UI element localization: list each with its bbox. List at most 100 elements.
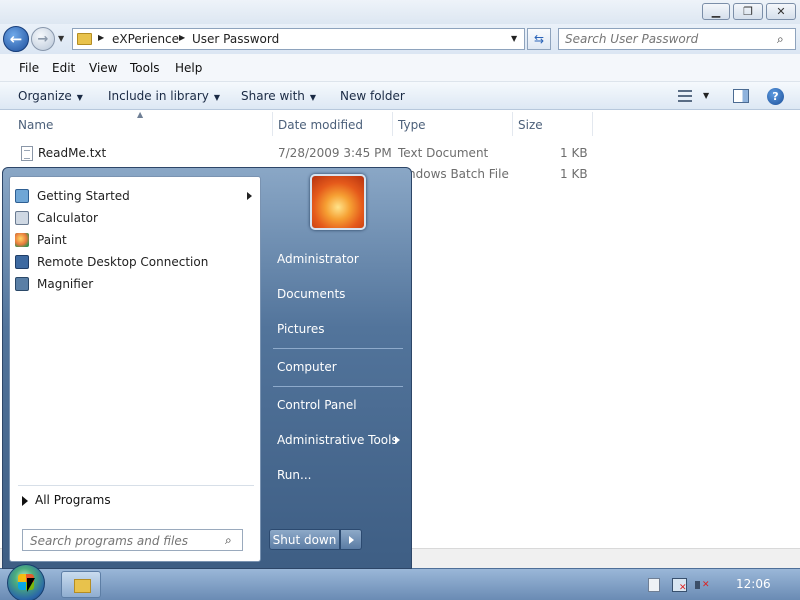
navigation-bar: ← → ▼ ▶ eXPerience ▶ User Password ▼ ⇆ ⌕ <box>0 24 800 54</box>
address-dropdown-icon[interactable]: ▼ <box>511 34 517 43</box>
column-date-modified[interactable]: Date modified <box>278 118 363 132</box>
all-programs-arrow-icon[interactable] <box>22 496 28 506</box>
minimize-icon: ▁ <box>711 5 721 18</box>
search-icon[interactable]: ⌕ <box>777 32 784 47</box>
search-box[interactable]: ⌕ <box>558 28 796 50</box>
menu-tools[interactable]: Tools <box>130 61 160 75</box>
column-divider[interactable] <box>592 112 593 136</box>
divider <box>18 485 254 486</box>
forward-button[interactable]: → <box>31 27 55 51</box>
view-options-icon[interactable] <box>678 90 692 102</box>
start-item-computer[interactable]: Computer <box>277 360 337 374</box>
chevron-down-icon: ▼ <box>309 93 317 102</box>
start-item-run[interactable]: Run... <box>277 468 311 482</box>
taskbar-clock[interactable]: 12:06 <box>736 577 771 591</box>
start-search-input[interactable] <box>30 533 215 548</box>
start-item-administrative-tools[interactable]: Administrative Tools <box>277 433 398 447</box>
all-programs-button[interactable]: All Programs <box>35 493 111 507</box>
column-divider[interactable] <box>512 112 513 136</box>
submenu-arrow-icon <box>395 436 400 444</box>
magnifier-icon <box>15 277 29 291</box>
address-bar[interactable]: ▶ eXPerience ▶ User Password ▼ <box>72 28 525 50</box>
folder-icon <box>77 33 92 45</box>
command-toolbar: Organize ▼ Include in library ▼ Share with… <box>0 82 800 110</box>
program-label: Paint <box>37 233 67 247</box>
mouse-cursor-icon <box>27 578 35 592</box>
file-date: 7/28/2009 3:45 PM <box>278 146 392 160</box>
start-item-pictures[interactable]: Pictures <box>277 322 325 336</box>
program-label: Calculator <box>37 211 98 225</box>
menu-edit[interactable]: Edit <box>52 61 75 75</box>
file-size: 1 KB <box>560 146 588 160</box>
minimize-button[interactable]: ▁ <box>702 3 730 20</box>
program-remote-desktop-connection[interactable]: Remote Desktop Connection <box>15 253 255 273</box>
title-bar: ▁ ❐ ✕ <box>0 0 800 24</box>
column-name[interactable]: Name <box>18 118 53 132</box>
start-menu-programs-pane: Getting Started Calculator Paint Remote … <box>9 176 261 562</box>
breadcrumb-arrow-icon[interactable]: ▶ <box>179 33 185 42</box>
refresh-icon: ⇆ <box>533 32 545 46</box>
forward-arrow-icon: → <box>37 31 49 47</box>
user-avatar[interactable] <box>310 174 366 230</box>
close-icon: ✕ <box>776 5 786 18</box>
view-dropdown-icon[interactable]: ▼ <box>703 91 709 100</box>
preview-pane-icon[interactable] <box>733 89 749 103</box>
column-divider[interactable] <box>392 112 393 136</box>
start-item-administrator[interactable]: Administrator <box>277 252 359 266</box>
search-input[interactable] <box>565 31 770 47</box>
chevron-down-icon: ▼ <box>213 93 221 102</box>
help-icon[interactable]: ? <box>767 88 784 105</box>
program-label: Getting Started <box>37 189 130 203</box>
column-size[interactable]: Size <box>518 118 543 132</box>
new-folder-button[interactable]: New folder <box>340 89 405 103</box>
program-calculator[interactable]: Calculator <box>15 209 255 229</box>
submenu-arrow-icon <box>247 192 252 200</box>
file-size: 1 KB <box>560 167 588 181</box>
refresh-button[interactable]: ⇆ <box>527 28 551 50</box>
network-disconnected-icon[interactable] <box>672 578 687 593</box>
start-search-box[interactable]: ⌕ <box>22 529 243 551</box>
breadcrumb-user-password[interactable]: User Password <box>192 32 279 46</box>
column-headers: ▲ Name Date modified Type Size <box>0 110 800 138</box>
file-row[interactable]: ReadMe.txt 7/28/2009 3:45 PM Text Docume… <box>0 144 600 164</box>
column-divider[interactable] <box>272 112 273 136</box>
file-name: ReadMe.txt <box>38 146 107 160</box>
getting-started-icon <box>15 189 29 203</box>
divider <box>273 348 403 349</box>
action-center-icon[interactable] <box>648 578 660 592</box>
menu-view[interactable]: View <box>89 61 117 75</box>
shut-down-options-button[interactable] <box>340 529 362 550</box>
menu-file[interactable]: File <box>19 61 39 75</box>
shut-down-button[interactable]: Shut down <box>269 529 340 550</box>
program-magnifier[interactable]: Magnifier <box>15 275 255 295</box>
menu-bar: File Edit View Tools Help <box>0 54 800 82</box>
start-item-control-panel[interactable]: Control Panel <box>277 398 357 412</box>
organize-button[interactable]: Organize ▼ <box>18 89 83 103</box>
include-in-library-button[interactable]: Include in library ▼ <box>108 89 220 103</box>
close-button[interactable]: ✕ <box>766 3 796 20</box>
program-paint[interactable]: Paint <box>15 231 255 251</box>
menu-help[interactable]: Help <box>175 61 202 75</box>
include-in-library-label: Include in library <box>108 89 209 103</box>
taskbar-explorer-button[interactable] <box>61 571 101 598</box>
back-arrow-icon: ← <box>9 30 23 48</box>
calculator-icon <box>15 211 29 225</box>
volume-muted-icon[interactable] <box>695 578 710 592</box>
share-with-button[interactable]: Share with ▼ <box>241 89 316 103</box>
restore-button[interactable]: ❐ <box>733 3 763 20</box>
organize-label: Organize <box>18 89 72 103</box>
breadcrumb-experience[interactable]: eXPerience <box>112 32 179 46</box>
start-menu: Getting Started Calculator Paint Remote … <box>2 167 412 569</box>
file-type: Text Document <box>398 146 489 160</box>
program-label: Magnifier <box>37 277 94 291</box>
share-with-label: Share with <box>241 89 305 103</box>
paint-icon <box>15 233 29 247</box>
search-icon[interactable]: ⌕ <box>225 533 232 548</box>
breadcrumb-arrow-icon[interactable]: ▶ <box>98 33 104 42</box>
back-button[interactable]: ← <box>3 26 29 52</box>
column-type[interactable]: Type <box>398 118 426 132</box>
recent-pages-dropdown[interactable]: ▼ <box>58 34 64 43</box>
program-getting-started[interactable]: Getting Started <box>15 187 255 207</box>
start-item-documents[interactable]: Documents <box>277 287 345 301</box>
windows-orb-icon[interactable] <box>7 564 45 600</box>
